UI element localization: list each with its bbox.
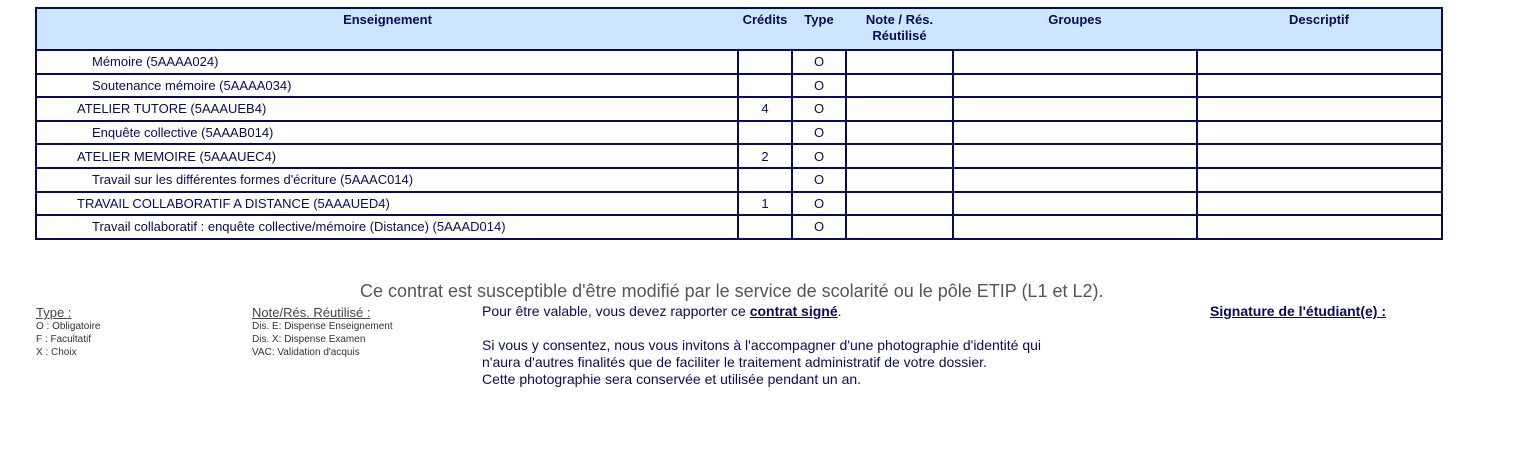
signature-label: Signature de l'étudiant(e) : — [1210, 303, 1387, 319]
header-type: Type — [792, 8, 846, 51]
row-label: ATELIER MEMOIRE (5AAAUEC4) — [35, 143, 739, 169]
row-credits — [737, 49, 793, 75]
type-legend-title: Type : — [36, 305, 72, 320]
photo-line-1: Si vous y consentez, nous vous invitons … — [482, 337, 1042, 353]
row-descriptif — [1196, 166, 1443, 193]
row-credits — [737, 214, 793, 240]
row-type: O — [791, 166, 847, 193]
row-type: O — [791, 214, 847, 240]
row-type: O — [791, 119, 847, 146]
row-descriptif — [1196, 190, 1443, 217]
row-label: Soutenance mémoire (5AAAA034) — [35, 72, 739, 99]
photo-line-2: n'aura d'autres finalités que de facilit… — [482, 354, 987, 370]
row-note — [845, 72, 954, 99]
row-groupes — [952, 166, 1198, 193]
row-groupes — [952, 143, 1198, 169]
header-groupes: Groupes — [953, 8, 1197, 51]
table-row: TRAVAIL COLLABORATIF A DISTANCE (5AAAUED… — [35, 190, 1443, 217]
row-groupes — [952, 190, 1198, 217]
row-credits — [737, 72, 793, 99]
row-credits — [737, 166, 793, 193]
row-descriptif — [1196, 72, 1443, 99]
info-block: Pour être valable, vous devez rapporter … — [482, 303, 1041, 388]
row-note — [845, 49, 954, 75]
row-note — [845, 96, 954, 122]
validity-suffix: . — [837, 303, 842, 319]
header-note-line1: Note / Rés. — [865, 12, 934, 27]
row-groupes — [952, 119, 1198, 146]
row-descriptif — [1196, 143, 1443, 169]
type-legend-item: O : Obligatoire — [36, 321, 101, 332]
row-note — [845, 190, 954, 217]
row-label: TRAVAIL COLLABORATIF A DISTANCE (5AAAUED… — [35, 190, 739, 217]
signed-contract-text: contrat signé — [749, 303, 838, 319]
note-legend-item: VAC: Validation d'acquis — [252, 347, 360, 358]
row-descriptif — [1196, 214, 1443, 240]
row-note — [845, 166, 954, 193]
header-enseignement: Enseignement — [36, 8, 738, 51]
row-note — [845, 143, 954, 169]
table-row: ATELIER TUTORE (5AAAUEB4) 4 O — [35, 96, 1443, 122]
row-groupes — [952, 72, 1198, 99]
type-legend: Type : O : Obligatoire F : Facultatif X … — [36, 306, 100, 359]
row-descriptif — [1196, 119, 1443, 146]
type-legend-item: F : Facultatif — [36, 334, 92, 345]
row-type: O — [791, 190, 847, 217]
row-credits — [737, 119, 793, 146]
validity-prefix: Pour être valable, vous devez rapporter … — [482, 303, 750, 319]
row-type: O — [791, 143, 847, 169]
row-label: Travail collaboratif : enquête collectiv… — [35, 214, 739, 240]
row-label: Enquête collective (5AAAB014) — [35, 119, 739, 146]
note-legend-item: Dis. E: Dispense Enseignement — [252, 321, 393, 332]
table-row: Soutenance mémoire (5AAAA034) O — [35, 72, 1443, 99]
row-note — [845, 119, 954, 146]
photo-line-3: Cette photographie sera conservée et uti… — [482, 371, 862, 387]
header-descriptif: Descriptif — [1197, 8, 1442, 51]
row-credits: 4 — [737, 96, 793, 122]
table-row: Travail sur les différentes formes d'écr… — [35, 166, 1443, 193]
row-credits: 2 — [737, 143, 793, 169]
row-descriptif — [1196, 49, 1443, 75]
row-note — [845, 214, 954, 240]
note-legend-item: Dis. X: Dispense Examen — [252, 334, 366, 345]
row-type: O — [791, 96, 847, 122]
row-descriptif — [1196, 96, 1443, 122]
header-credits: Crédits — [738, 8, 792, 51]
row-label: Travail sur les différentes formes d'écr… — [35, 166, 739, 193]
row-groupes — [952, 49, 1198, 75]
modification-notice: Ce contrat est susceptible d'être modifi… — [360, 281, 1104, 301]
header-note-line2: Réutilisé — [872, 28, 927, 43]
row-credits: 1 — [737, 190, 793, 217]
courses-table: Enseignement Crédits Type Note / Rés. Réu… — [35, 7, 1443, 240]
header-note: Note / Rés. Réutilisé — [846, 8, 953, 51]
row-label: ATELIER TUTORE (5AAAUEB4) — [35, 96, 739, 122]
table-row: Enquête collective (5AAAB014) O — [35, 119, 1443, 146]
validity-line: Pour être valable, vous devez rapporter … — [482, 303, 1041, 320]
row-groupes — [952, 96, 1198, 122]
table-header-row: Enseignement Crédits Type Note / Rés. Réu… — [36, 8, 1442, 51]
row-groupes — [952, 214, 1198, 240]
table-row: ATELIER MEMOIRE (5AAAUEC4) 2 O — [35, 143, 1443, 169]
note-legend: Note/Rés. Réutilisé : Dis. E: Dispense E… — [252, 306, 393, 359]
row-label: Mémoire (5AAAA024) — [35, 49, 739, 75]
table-row: Mémoire (5AAAA024) O — [35, 49, 1443, 75]
table-row: Travail collaboratif : enquête collectiv… — [35, 214, 1443, 240]
note-legend-title: Note/Rés. Réutilisé : — [252, 305, 371, 320]
row-type: O — [791, 49, 847, 75]
row-type: O — [791, 72, 847, 99]
type-legend-item: X : Choix — [36, 347, 77, 358]
